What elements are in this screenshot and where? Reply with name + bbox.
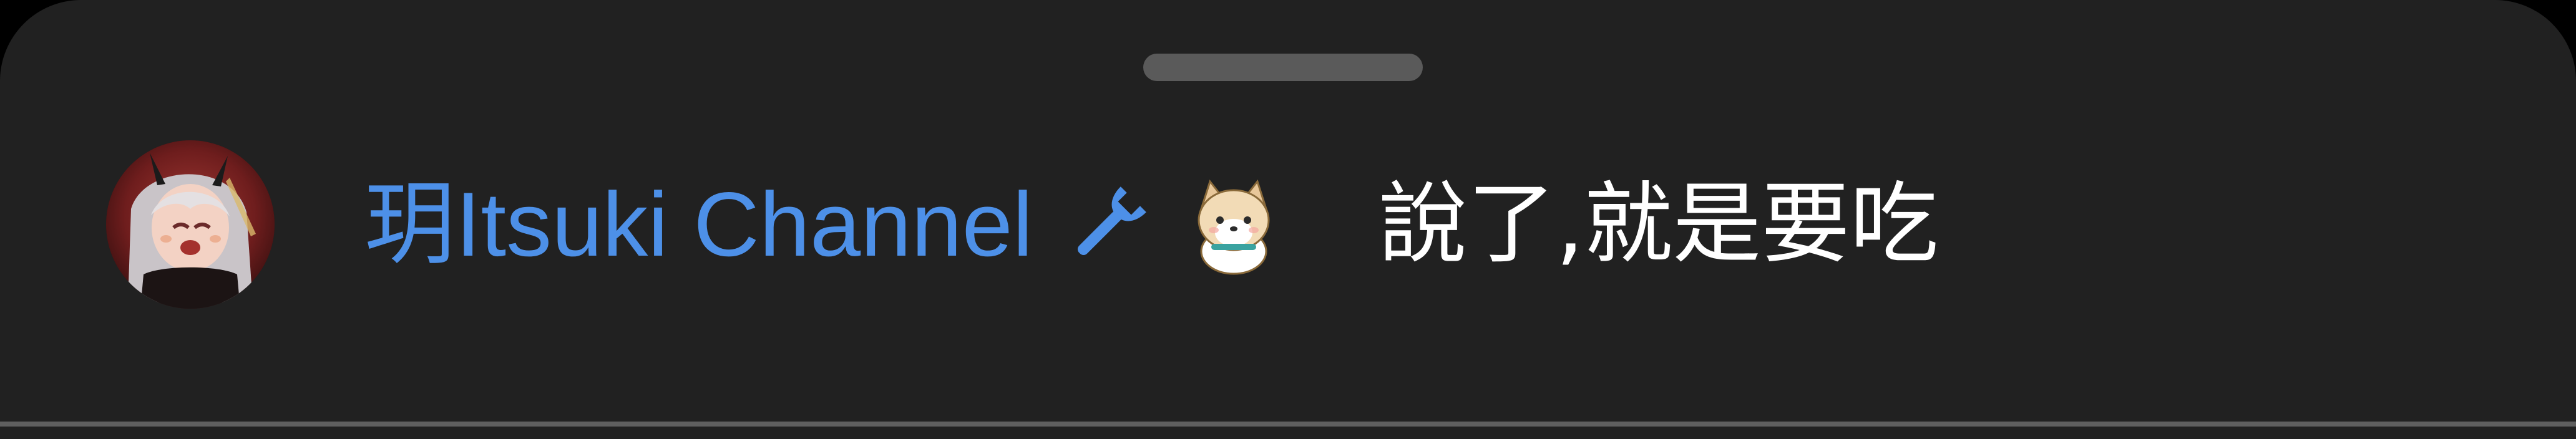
shiba-dog-icon <box>1183 171 1285 277</box>
message-text: 說了,就是要吃 <box>1378 173 1939 276</box>
wrench-icon <box>1061 178 1155 271</box>
avatar-image <box>106 140 275 309</box>
avatar[interactable] <box>106 140 275 309</box>
divider <box>0 422 2576 427</box>
drag-handle[interactable] <box>1143 54 1423 81</box>
chat-message-row[interactable]: 玥Itsuki Channel 說了,就是要吃 <box>106 138 1938 311</box>
chat-message-sheet: 玥Itsuki Channel 說了,就是要吃 <box>0 0 2576 439</box>
author-name[interactable]: 玥Itsuki Channel <box>364 179 1033 270</box>
